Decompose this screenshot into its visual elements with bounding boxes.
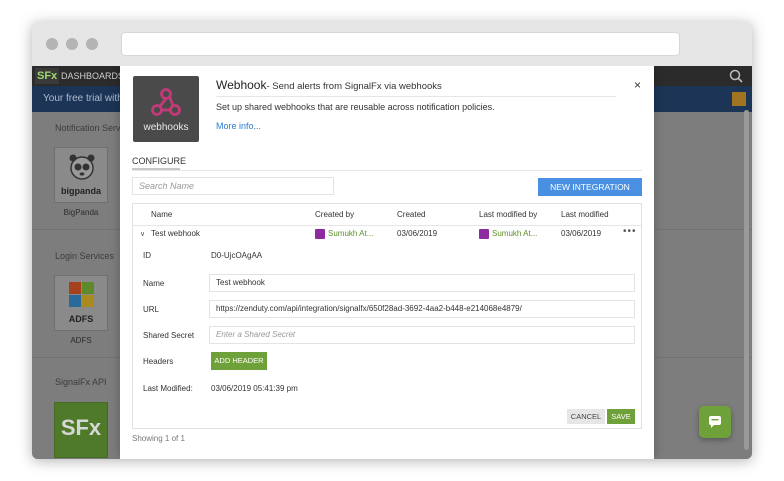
chevron-down-icon[interactable]: ∨ <box>140 230 145 238</box>
row-menu-icon[interactable]: ••• <box>623 226 637 237</box>
search-name-input[interactable]: Search Name <box>132 177 334 195</box>
add-header-button[interactable]: ADD HEADER <box>211 352 267 370</box>
section-signalfx-api: SignalFx API <box>55 377 107 387</box>
tile-signalfx-api[interactable]: SFx <box>54 402 108 458</box>
name-label: Name <box>143 279 165 288</box>
tile-label-adfs: ADFS <box>70 336 92 345</box>
id-value: D0-UjcOAgAA <box>211 251 263 260</box>
url-label: URL <box>143 305 160 314</box>
page-scrollbar[interactable] <box>744 110 749 450</box>
maximize-window-dot[interactable] <box>86 38 98 50</box>
pagination-status: Showing 1 of 1 <box>132 434 185 443</box>
signalfx-api-logo: SFx <box>60 415 102 440</box>
chat-button[interactable] <box>699 406 731 438</box>
cancel-button[interactable]: CANCEL <box>567 409 605 424</box>
tile-adfs[interactable]: ADFS <box>54 275 108 331</box>
modal-description: Set up shared webhooks that are reusable… <box>216 102 495 112</box>
nav-dashboards[interactable]: DASHBOARDS <box>61 66 124 86</box>
webhook-icon <box>151 88 181 116</box>
shared-secret-field[interactable]: Enter a Shared Secret <box>209 326 635 344</box>
last-modified-value: 03/06/2019 05:41:39 pm <box>211 384 298 393</box>
tile-label-bigpanda: BigPanda <box>63 208 99 217</box>
page-viewport: SFx DASHBOARDS Your free trial with Noti… <box>32 66 752 459</box>
last-modified-label: Last Modified: <box>143 384 193 393</box>
name-field[interactable]: Test webhook <box>209 274 635 292</box>
bigpanda-logo-text: bigpanda <box>61 186 101 196</box>
section-notification-services: Notification Servi <box>55 123 123 133</box>
browser-titlebar <box>32 22 752 66</box>
avatar <box>479 229 489 239</box>
webhook-integration-icon: webhooks <box>133 76 199 142</box>
webhook-modal: webhooks Webhook- Send alerts from Signa… <box>120 66 654 459</box>
panda-icon <box>69 154 95 180</box>
row-name[interactable]: Test webhook <box>151 229 200 238</box>
minimize-window-dot[interactable] <box>66 38 78 50</box>
column-header-last-modified[interactable]: Last modified <box>561 210 609 219</box>
column-header-name[interactable]: Name <box>151 210 172 219</box>
tab-divider <box>132 170 642 171</box>
new-integration-button[interactable]: NEW INTEGRATION <box>538 178 642 196</box>
adfs-logo-square-yellow <box>82 295 94 307</box>
avatar <box>315 229 325 239</box>
more-info-link[interactable]: More info... <box>216 121 261 131</box>
column-header-last-modified-by[interactable]: Last modified by <box>479 210 537 219</box>
header-divider <box>133 225 641 226</box>
section-login-services: Login Services <box>55 251 115 261</box>
adfs-logo-square-green <box>82 282 94 294</box>
adfs-logo-square-red <box>69 282 81 294</box>
adfs-logo-square-blue <box>69 295 81 307</box>
trial-text: Your free trial with <box>43 93 123 104</box>
save-button[interactable]: SAVE <box>607 409 635 424</box>
title-divider <box>216 96 616 97</box>
trial-upgrade-button[interactable] <box>732 92 746 106</box>
row-created: 03/06/2019 <box>397 229 438 238</box>
id-label: ID <box>143 251 151 260</box>
tab-configure[interactable]: CONFIGURE <box>132 156 186 166</box>
column-header-created-by[interactable]: Created by <box>315 210 354 219</box>
integrations-table: Name Created by Created Last modified by… <box>132 203 642 429</box>
address-bar[interactable] <box>121 32 680 56</box>
signalfx-logo[interactable]: SFx <box>35 68 60 84</box>
modal-subtitle: - Send alerts from SignalFx via webhooks <box>266 81 442 92</box>
tile-bigpanda[interactable]: bigpanda <box>54 147 108 203</box>
row-last-modified: 03/06/2019 <box>561 229 602 238</box>
webhooks-icon-label: webhooks <box>143 122 189 133</box>
column-header-created[interactable]: Created <box>397 210 425 219</box>
modal-title: Webhook- Send alerts from SignalFx via w… <box>216 78 442 92</box>
adfs-logo-text: ADFS <box>68 314 94 324</box>
shared-secret-label: Shared Secret <box>143 331 195 340</box>
modal-title-main: Webhook <box>216 78 267 92</box>
close-icon[interactable]: × <box>634 78 641 92</box>
browser-window: SFx DASHBOARDS Your free trial with Noti… <box>32 22 752 459</box>
row-created-by[interactable]: Sumukh At... <box>328 229 373 238</box>
row-last-modified-by[interactable]: Sumukh At... <box>492 229 537 238</box>
headers-label: Headers <box>143 357 174 366</box>
search-icon[interactable] <box>729 69 743 83</box>
chat-icon <box>709 416 721 428</box>
close-window-dot[interactable] <box>46 38 58 50</box>
url-field[interactable]: https://zenduty.com/api/integration/sign… <box>209 300 635 318</box>
